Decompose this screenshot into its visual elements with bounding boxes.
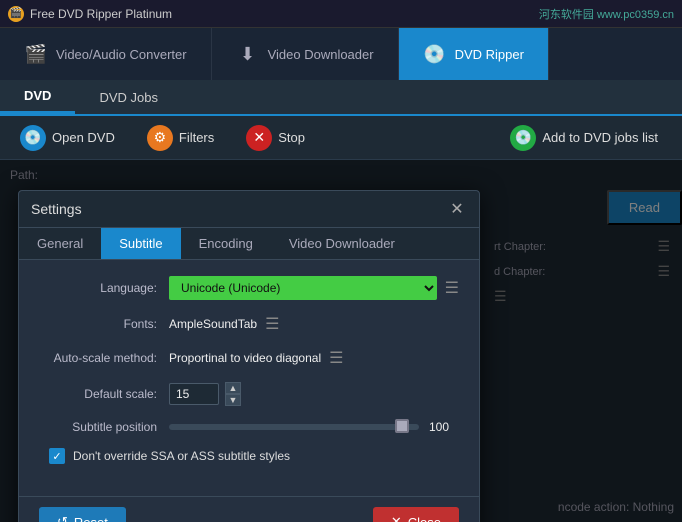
override-checkbox[interactable]: ✓ bbox=[49, 448, 65, 464]
fonts-text: AmpleSoundTab bbox=[169, 317, 257, 331]
dialog-tab-subtitle-label: Subtitle bbox=[119, 236, 162, 251]
close-label: Close bbox=[408, 515, 441, 522]
dialog-footer: ↺ Reset ✕ Close bbox=[19, 496, 479, 522]
nav-tabs: 🎬 Video/Audio Converter ⬇ Video Download… bbox=[0, 28, 682, 80]
dialog-body: Language: Unicode (Unicode) ☰ Fonts: Amp… bbox=[19, 260, 479, 496]
reset-icon: ↺ bbox=[57, 514, 68, 522]
filters-button[interactable]: ⚙ Filters bbox=[139, 121, 222, 155]
auto-scale-label: Auto-scale method: bbox=[39, 351, 169, 365]
auto-scale-row: Auto-scale method: Proportinal to video … bbox=[39, 348, 459, 368]
default-scale-value: ▲ ▼ bbox=[169, 382, 459, 406]
filters-label: Filters bbox=[179, 130, 214, 145]
video-audio-icon: 🎬 bbox=[24, 42, 48, 66]
fonts-value: AmpleSoundTab ☰ bbox=[169, 314, 459, 334]
add-jobs-icon: 💿 bbox=[510, 125, 536, 151]
subtitle-position-row: Subtitle position 100 bbox=[39, 420, 459, 434]
title-bar: 🎬 Free DVD Ripper Platinum 河东软件园 www.pc0… bbox=[0, 0, 682, 28]
dvd-ripper-icon: 💿 bbox=[423, 42, 447, 66]
subtitle-position-label: Subtitle position bbox=[39, 420, 169, 434]
close-icon: ✕ bbox=[391, 514, 402, 522]
tab-video-downloader[interactable]: ⬇ Video Downloader bbox=[212, 28, 399, 80]
default-scale-label: Default scale: bbox=[39, 387, 169, 401]
scale-down-button[interactable]: ▼ bbox=[225, 394, 241, 406]
slider-thumb[interactable] bbox=[395, 419, 409, 433]
dialog-tab-general[interactable]: General bbox=[19, 228, 101, 259]
open-dvd-icon: 💿 bbox=[20, 125, 46, 151]
scale-up-button[interactable]: ▲ bbox=[225, 382, 241, 394]
default-scale-spinner: ▲ ▼ bbox=[225, 382, 241, 406]
tab-video-audio[interactable]: 🎬 Video/Audio Converter bbox=[0, 28, 212, 80]
app-icon: 🎬 bbox=[8, 6, 24, 22]
default-scale-row: Default scale: ▲ ▼ bbox=[39, 382, 459, 406]
video-downloader-icon: ⬇ bbox=[236, 42, 260, 66]
language-label: Language: bbox=[39, 281, 169, 295]
close-button[interactable]: ✕ Close bbox=[373, 507, 459, 522]
auto-scale-value: Proportinal to video diagonal ☰ bbox=[169, 348, 459, 368]
fonts-label: Fonts: bbox=[39, 317, 169, 331]
add-jobs-label: Add to DVD jobs list bbox=[542, 130, 658, 145]
dialog-tab-encoding[interactable]: Encoding bbox=[181, 228, 271, 259]
sub-tab-dvd[interactable]: DVD bbox=[0, 80, 75, 114]
auto-scale-text: Proportinal to video diagonal bbox=[169, 351, 321, 365]
sub-tab-dvd-jobs-label: DVD Jobs bbox=[99, 90, 158, 105]
stop-button[interactable]: ✕ Stop bbox=[238, 121, 313, 155]
main-content: Path: Read rt Chapter: ☰ d Chapter: ☰ ☰ … bbox=[0, 160, 682, 522]
sub-tab-dvd-label: DVD bbox=[24, 88, 51, 103]
dialog-tab-video-downloader-label: Video Downloader bbox=[289, 236, 395, 251]
dialog-close-button[interactable]: ✕ bbox=[447, 199, 467, 219]
filters-icon: ⚙ bbox=[147, 125, 173, 151]
dialog-tab-subtitle[interactable]: Subtitle bbox=[101, 228, 180, 259]
override-checkbox-row[interactable]: ✓ Don't override SSA or ASS subtitle sty… bbox=[39, 448, 459, 464]
dialog-header: Settings ✕ bbox=[19, 191, 479, 228]
language-row: Language: Unicode (Unicode) ☰ bbox=[39, 276, 459, 300]
tab-dvd-ripper-label: DVD Ripper bbox=[455, 47, 524, 62]
open-dvd-label: Open DVD bbox=[52, 130, 115, 145]
default-scale-input[interactable] bbox=[169, 383, 219, 405]
subtitle-position-slider[interactable] bbox=[169, 424, 419, 430]
slider-value: 100 bbox=[429, 420, 459, 434]
settings-dialog: Settings ✕ General Subtitle Encoding Vid… bbox=[18, 190, 480, 522]
dialog-tabs: General Subtitle Encoding Video Download… bbox=[19, 228, 479, 260]
sub-tab-dvd-jobs[interactable]: DVD Jobs bbox=[75, 80, 182, 114]
open-dvd-button[interactable]: 💿 Open DVD bbox=[12, 121, 123, 155]
fonts-menu-icon[interactable]: ☰ bbox=[265, 314, 279, 334]
language-select[interactable]: Unicode (Unicode) bbox=[169, 276, 437, 300]
stop-label: Stop bbox=[278, 130, 305, 145]
add-to-jobs-button[interactable]: 💿 Add to DVD jobs list bbox=[498, 121, 670, 155]
stop-icon: ✕ bbox=[246, 125, 272, 151]
fonts-row: Fonts: AmpleSoundTab ☰ bbox=[39, 314, 459, 334]
reset-label: Reset bbox=[74, 515, 108, 522]
tab-video-audio-label: Video/Audio Converter bbox=[56, 47, 187, 62]
toolbar: 💿 Open DVD ⚙ Filters ✕ Stop 💿 Add to DVD… bbox=[0, 116, 682, 160]
override-checkbox-label: Don't override SSA or ASS subtitle style… bbox=[73, 449, 290, 463]
language-value: Unicode (Unicode) ☰ bbox=[169, 276, 459, 300]
reset-button[interactable]: ↺ Reset bbox=[39, 507, 126, 522]
app-title: Free DVD Ripper Platinum bbox=[30, 7, 172, 21]
dialog-tab-general-label: General bbox=[37, 236, 83, 251]
sub-tabs: DVD DVD Jobs bbox=[0, 80, 682, 116]
dialog-tab-encoding-label: Encoding bbox=[199, 236, 253, 251]
dialog-tab-video-downloader[interactable]: Video Downloader bbox=[271, 228, 413, 259]
dialog-title: Settings bbox=[31, 201, 82, 217]
tab-video-downloader-label: Video Downloader bbox=[268, 47, 374, 62]
tab-dvd-ripper[interactable]: 💿 DVD Ripper bbox=[399, 28, 549, 80]
watermark: 河东软件园 www.pc0359.cn bbox=[539, 6, 674, 22]
language-menu-icon[interactable]: ☰ bbox=[445, 278, 459, 298]
auto-scale-menu-icon[interactable]: ☰ bbox=[329, 348, 343, 368]
